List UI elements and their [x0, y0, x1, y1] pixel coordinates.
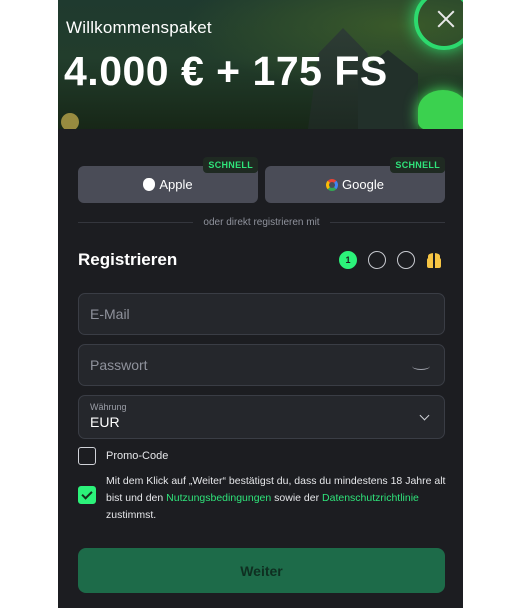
password-field[interactable]: Passwort — [78, 344, 445, 386]
clover-icon — [418, 90, 463, 129]
welcome-banner: Willkommenspaket 4.000 € + 175 FS — [58, 0, 463, 129]
step-1: 1 — [339, 251, 357, 269]
terms-of-use-link[interactable]: Nutzungsbedingungen — [166, 492, 271, 504]
divider: oder direkt registrieren mit — [78, 214, 445, 230]
password-placeholder: Passwort — [90, 357, 148, 373]
fast-badge: SCHNELL — [203, 157, 258, 173]
terms-text-after: zustimmst. — [106, 509, 157, 521]
banner-subtitle: Willkommenspaket — [66, 18, 212, 37]
terms-text-middle: sowie der — [271, 492, 323, 504]
step-2 — [368, 251, 386, 269]
promo-code-checkbox[interactable] — [78, 447, 96, 465]
apple-signin-button[interactable]: SCHNELL Apple — [78, 157, 258, 203]
currency-select[interactable]: Währung EUR — [78, 395, 445, 439]
check-icon — [81, 488, 93, 500]
continue-button[interactable]: Weiter — [78, 548, 445, 593]
google-signin-button[interactable]: SCHNELL Google — [265, 157, 445, 203]
email-placeholder: E-Mail — [90, 306, 130, 322]
step-3 — [397, 251, 415, 269]
divider-text: oder direkt registrieren mit — [203, 216, 320, 228]
terms-checkbox[interactable] — [78, 486, 96, 504]
divider-line-right — [329, 221, 445, 223]
step-indicator: 1 — [339, 251, 442, 269]
google-label: Google — [342, 177, 384, 192]
email-field[interactable]: E-Mail — [78, 293, 445, 335]
eye-closed-icon[interactable] — [412, 362, 430, 370]
apple-label: Apple — [159, 177, 193, 192]
registration-title: Registrieren — [78, 250, 178, 269]
divider-line-left — [78, 221, 194, 223]
coin-icon — [61, 113, 79, 129]
gift-icon — [426, 252, 442, 268]
currency-label: Währung — [90, 402, 127, 412]
banner-title: 4.000 € + 175 FS — [64, 48, 388, 94]
currency-value: EUR — [90, 414, 120, 430]
google-icon — [326, 178, 339, 191]
close-icon[interactable] — [435, 8, 457, 30]
privacy-policy-link[interactable]: Datenschutzrichtlinie — [322, 492, 419, 504]
registration-modal: Willkommenspaket 4.000 € + 175 FS SCHNEL… — [58, 0, 463, 608]
promo-code-label: Promo-Code — [106, 450, 169, 462]
terms-text: Mit dem Klick auf „Weiter“ bestätigst du… — [106, 473, 446, 524]
fast-badge: SCHNELL — [390, 157, 445, 173]
apple-icon — [143, 178, 156, 191]
